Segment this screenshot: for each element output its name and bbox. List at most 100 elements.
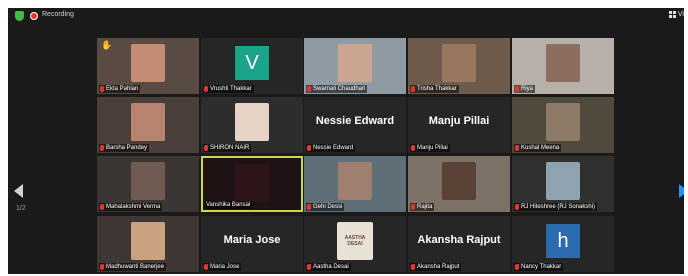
participant-name: Barsha Pandey — [106, 145, 148, 151]
participant-name: Vrushti Thakkar — [210, 86, 252, 92]
shield-icon[interactable] — [15, 11, 24, 21]
participant-tile[interactable]: AASTHA DESAI Aastha Desai — [304, 216, 406, 272]
muted-mic-icon — [515, 204, 519, 210]
participant-tile[interactable]: RJ Hiteshree (RJ Sonakshi) — [512, 156, 614, 212]
participant-tile[interactable]: h Nancy Thakkar — [512, 216, 614, 272]
participant-name: RJ Hiteshree (RJ Sonakshi) — [521, 204, 596, 210]
muted-mic-icon — [204, 86, 208, 92]
view-button[interactable]: Vi — [668, 11, 684, 18]
muted-mic-icon — [307, 145, 311, 151]
meeting-window: Recording Vi 1/2 ✋ Ekta Pahlan V Vrushti Th… — [8, 8, 684, 274]
next-page-icon[interactable] — [679, 184, 684, 198]
muted-mic-icon — [411, 204, 415, 210]
recording-label: Recording — [42, 11, 74, 18]
participant-name: SHIRON NAIR — [210, 145, 250, 151]
participant-display-name: Akansha Rajput — [417, 234, 501, 246]
participant-name-label: Barsha Pandey — [99, 144, 150, 152]
participant-name-label: Nancy Thakkar — [514, 263, 564, 271]
participant-face — [131, 222, 165, 260]
participant-name: Mahalakshmi Verma — [106, 204, 161, 210]
participant-name-label: Aastha Desai — [306, 263, 351, 271]
muted-mic-icon — [100, 204, 104, 210]
participant-face — [131, 103, 165, 141]
participant-name-label: SHIRON NAIR — [203, 144, 252, 152]
participant-tile[interactable]: Mahalakshmi Verma — [97, 156, 199, 212]
page-indicator: 1/2 — [16, 205, 26, 212]
participant-name: Riya — [521, 86, 534, 92]
participant-name-label: Madhuwanti Banerjee — [99, 263, 167, 271]
participant-name: Akansha Rajput — [417, 264, 460, 270]
participant-name-label: Vanshika Bansal — [205, 201, 253, 209]
participant-name-label: Manju Pillai — [410, 144, 450, 152]
participant-name-label: Mahalakshmi Verma — [99, 203, 163, 211]
participant-tile[interactable]: Swarnali Chaudhari — [304, 38, 406, 94]
top-bar: Recording Vi — [8, 8, 684, 24]
muted-mic-icon — [411, 86, 415, 92]
participant-name-label: Ekta Pahlan — [99, 85, 141, 93]
participant-name-label: Maria Jose — [203, 263, 242, 271]
participant-tile[interactable]: Maria Jose Maria Jose — [201, 216, 303, 272]
participant-name: Rajita — [417, 204, 433, 210]
participant-face — [546, 103, 580, 141]
participant-name: Vanshika Bansal — [206, 202, 251, 208]
participant-tile[interactable]: V Vrushti Thakkar — [201, 38, 303, 94]
recording-dot-icon — [30, 12, 38, 20]
participant-name-label: Gehi Dessi — [306, 203, 345, 211]
participant-name: Nessie Edward — [313, 145, 354, 151]
participant-tile[interactable]: Barsha Pandey — [97, 97, 199, 153]
participant-tile[interactable]: Kushal Meena — [512, 97, 614, 153]
grid-view-icon — [668, 11, 676, 18]
participant-name: Aastha Desai — [313, 264, 349, 270]
participant-tile[interactable]: Akansha Rajput Akansha Rajput — [408, 216, 510, 272]
participant-name: Ekta Pahlan — [106, 86, 139, 92]
participant-tile[interactable]: Gehi Dessi — [304, 156, 406, 212]
participant-face — [235, 164, 269, 202]
participant-face — [442, 162, 476, 200]
participant-name-label: Akansha Rajput — [410, 263, 462, 271]
participant-avatar: h — [546, 224, 580, 258]
previous-page-icon[interactable] — [14, 184, 23, 198]
muted-mic-icon — [411, 145, 415, 151]
participant-face — [131, 162, 165, 200]
participant-face — [235, 103, 269, 141]
participant-name: Kushal Meena — [521, 145, 560, 151]
participant-tile[interactable]: Rajita — [408, 156, 510, 212]
participant-face: AASTHA DESAI — [337, 222, 373, 260]
participant-face — [338, 162, 372, 200]
participant-face — [131, 44, 165, 82]
participant-tile[interactable]: Nessie Edward Nessie Edward — [304, 97, 406, 153]
muted-mic-icon — [515, 264, 519, 270]
participant-display-name: Maria Jose — [223, 234, 281, 246]
participant-face — [442, 44, 476, 82]
muted-mic-icon — [515, 145, 519, 151]
participant-display-name: Nessie Edward — [315, 115, 395, 127]
participant-tile[interactable]: ✋ Ekta Pahlan — [97, 38, 199, 94]
view-label: Vi — [677, 11, 684, 18]
participant-avatar: V — [235, 46, 269, 80]
muted-mic-icon — [307, 86, 311, 92]
participant-tile[interactable]: Trisha Thakkar — [408, 38, 510, 94]
participant-face — [338, 44, 372, 82]
participant-name: Swarnali Chaudhari — [313, 86, 366, 92]
participant-tile[interactable]: Riya — [512, 38, 614, 94]
muted-mic-icon — [307, 264, 311, 270]
participant-name: Trisha Thakkar — [417, 86, 457, 92]
participant-tile[interactable]: Manju Pillai Manju Pillai — [408, 97, 510, 153]
participant-name-label: Riya — [514, 85, 536, 93]
muted-mic-icon — [204, 264, 208, 270]
raised-hand-icon: ✋ — [101, 40, 113, 50]
participant-tile[interactable]: Vanshika Bansal — [201, 156, 303, 212]
muted-mic-icon — [204, 145, 208, 151]
muted-mic-icon — [100, 264, 104, 270]
participant-name-label: RJ Hiteshree (RJ Sonakshi) — [514, 203, 598, 211]
participant-face — [546, 162, 580, 200]
participant-name: Madhuwanti Banerjee — [106, 264, 165, 270]
muted-mic-icon — [100, 145, 104, 151]
participant-name-label: Trisha Thakkar — [410, 85, 459, 93]
muted-mic-icon — [411, 264, 415, 270]
participant-name: Manju Pillai — [417, 145, 448, 151]
participant-tile[interactable]: Madhuwanti Banerjee — [97, 216, 199, 272]
muted-mic-icon — [307, 204, 311, 210]
participant-tile[interactable]: SHIRON NAIR — [201, 97, 303, 153]
participant-name-label: Vrushti Thakkar — [203, 85, 254, 93]
